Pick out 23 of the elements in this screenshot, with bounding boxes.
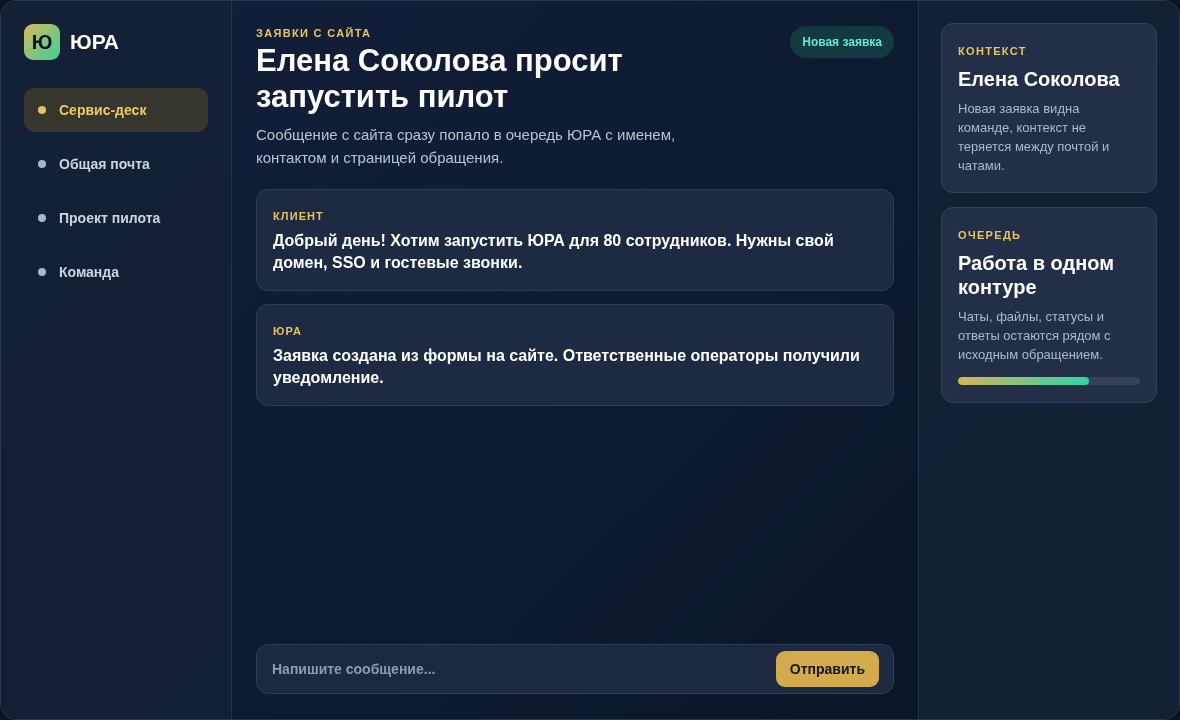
page-title: Елена Соколова просит запустить пилот xyxy=(256,43,624,115)
card-text: Новая заявка видна команде, контекст не теряется между почтой и чатами. xyxy=(958,100,1111,175)
logo-icon: Ю xyxy=(24,24,60,60)
card-title: Елена Соколова xyxy=(958,67,1121,91)
status-badge: Новая заявка xyxy=(790,26,894,58)
send-button[interactable]: Отправить xyxy=(775,651,879,687)
card-label: ОЧЕРЕДЬ xyxy=(958,228,1023,243)
card-label: КОНТЕКСТ xyxy=(958,44,1028,59)
brand-name: ЮРА xyxy=(70,29,119,56)
page-subtitle: Сообщение с сайта сразу попало в очередь ЮРА с именем, контактом и страницей обращения. xyxy=(256,125,677,168)
card-text: Чаты, файлы, статусы и ответы остаются рядом с исходным обращением. xyxy=(958,308,1112,364)
section-label: ЗАЯВКИ С САЙТА xyxy=(256,26,373,41)
message-author: КЛИЕНТ xyxy=(273,209,325,224)
sidebar-item[interactable]: Общая почта xyxy=(24,142,208,186)
message-author: ЮРА xyxy=(273,324,303,339)
message-text: Заявка создана из формы на сайте. Ответственные операторы получили уведомление. xyxy=(273,346,861,388)
sidebar-item[interactable]: Сервис-деск xyxy=(24,88,208,132)
message-input[interactable]: Напишите сообщение... xyxy=(272,658,776,680)
sidebar-item[interactable]: Проект пилота xyxy=(24,196,208,240)
sidebar-item[interactable]: Команда xyxy=(24,250,208,294)
message-composer[interactable]: Напишите сообщение... Отправить xyxy=(256,644,894,694)
message-text: Добрый день! Хотим запустить ЮРА для 80 сотрудников. Нужны свой домен, SSO и гостевые звонки. xyxy=(273,231,835,273)
card-title: Работа в одном контуре xyxy=(958,251,1116,299)
